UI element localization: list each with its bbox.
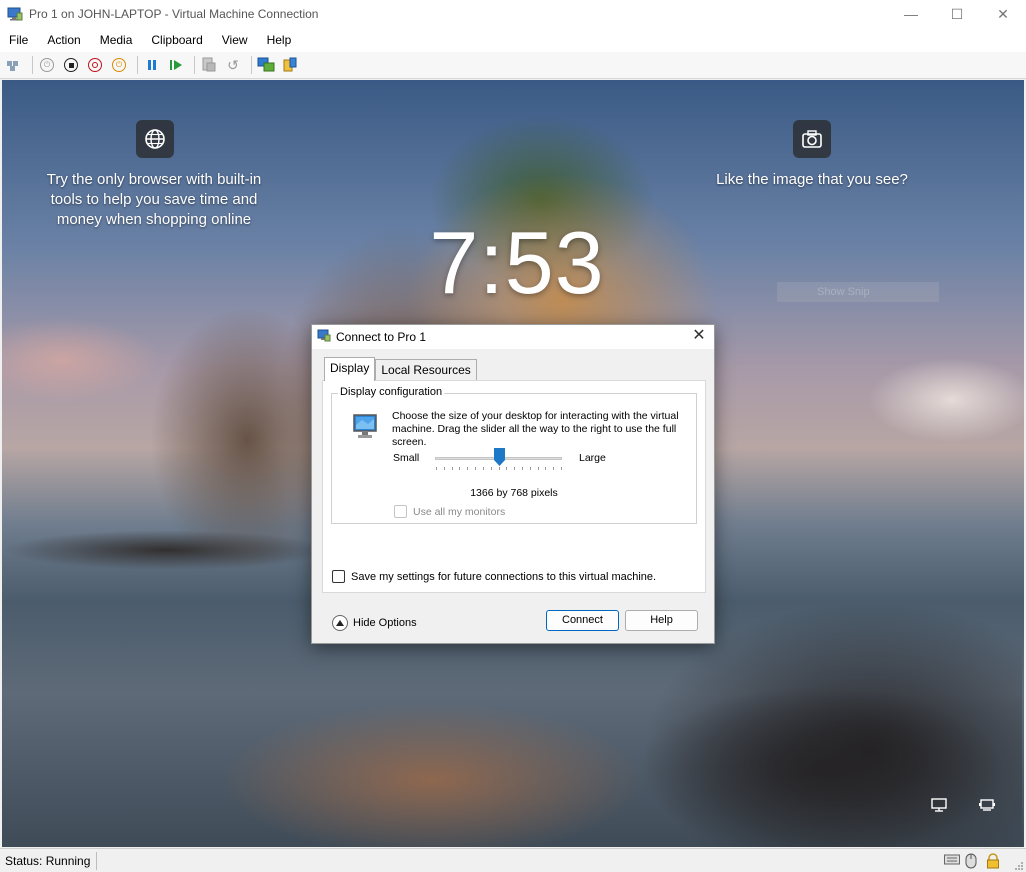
vm-connection-icon — [317, 329, 331, 345]
connect-dialog: Connect to Pro 1 ✕ Display Local Resourc… — [311, 324, 715, 644]
menu-clipboard[interactable]: Clipboard — [151, 33, 202, 47]
image-tip-text[interactable]: Like the image that you see? — [702, 170, 922, 190]
menu-help[interactable]: Help — [267, 33, 292, 47]
slider-max-label: Large — [579, 452, 606, 464]
lock-screen-clock: 7:53 — [429, 213, 605, 312]
display-tab-panel: Display configuration Choose the size of… — [322, 380, 706, 593]
pause-icon[interactable] — [142, 55, 162, 75]
window-title: Pro 1 on JOHN-LAPTOP - Virtual Machine C… — [29, 7, 319, 21]
display-description: Choose the size of your desktop for inte… — [392, 410, 679, 448]
hide-options-label: Hide Options — [353, 617, 417, 629]
globe-icon[interactable] — [136, 120, 174, 158]
window-title-bar: Pro 1 on JOHN-LAPTOP - Virtual Machine C… — [0, 0, 1026, 28]
enhanced-session-icon[interactable] — [256, 55, 276, 75]
connect-button[interactable]: Connect — [546, 610, 619, 631]
lock-icon — [986, 853, 1002, 869]
keyboard-icon — [944, 853, 960, 867]
resume-icon[interactable] — [166, 55, 186, 75]
save-settings-checkbox[interactable] — [332, 570, 345, 583]
shut-down-icon[interactable] — [85, 55, 105, 75]
share-icon[interactable] — [280, 55, 300, 75]
save-icon[interactable]: ⏻ — [109, 55, 129, 75]
display-configuration-group: Display configuration Choose the size of… — [331, 386, 697, 524]
chevron-up-icon — [332, 615, 348, 631]
toolbar-separator — [137, 56, 138, 74]
menu-bar: File Action Media Clipboard View Help — [0, 28, 1026, 52]
vm-status: Status: Running — [5, 851, 98, 870]
window-controls: — ☐ ✕ — [888, 0, 1026, 28]
hide-options-toggle[interactable]: Hide Options — [332, 615, 417, 631]
resolution-slider-thumb[interactable] — [493, 448, 505, 466]
faded-overlay-button: Show Snip — [777, 282, 939, 302]
browser-tip-text[interactable]: Try the only browser with built-in tools… — [40, 170, 268, 230]
revert-icon[interactable]: ↺ — [223, 55, 243, 75]
menu-file[interactable]: File — [9, 33, 28, 47]
checkpoint-icon[interactable] — [199, 55, 219, 75]
dialog-tabs: Display Local Resources — [324, 357, 477, 381]
start-icon[interactable]: ⏻ — [37, 55, 57, 75]
resize-grip-icon[interactable] — [1014, 860, 1024, 870]
toolbar-separator — [32, 56, 33, 74]
use-all-monitors-checkbox[interactable] — [394, 505, 407, 518]
tab-local-resources[interactable]: Local Resources — [375, 359, 477, 381]
save-settings-label: Save my settings for future connections … — [351, 570, 657, 583]
camera-icon[interactable] — [793, 120, 831, 158]
monitor-icon — [352, 413, 378, 439]
toolbar-separator — [194, 56, 195, 74]
mouse-icon — [965, 853, 981, 869]
minimize-button[interactable]: — — [888, 0, 934, 28]
display-configuration-label: Display configuration — [338, 386, 445, 398]
tab-display[interactable]: Display — [324, 357, 376, 381]
status-icons — [944, 853, 1002, 869]
dialog-title-bar: Connect to Pro 1 ✕ — [312, 325, 714, 349]
ctrl-alt-del-icon[interactable] — [4, 55, 24, 75]
network-icon[interactable] — [931, 798, 949, 812]
save-settings-row[interactable]: Save my settings for future connections … — [332, 570, 656, 583]
menu-media[interactable]: Media — [100, 33, 133, 47]
close-button[interactable]: ✕ — [980, 0, 1026, 28]
status-bar: Status: Running — [0, 848, 1026, 872]
accessibility-icon[interactable] — [978, 798, 996, 812]
menu-action[interactable]: Action — [47, 33, 80, 47]
use-all-monitors-label: Use all my monitors — [413, 505, 506, 518]
toolbar: ⏻ ⏻ ↺ — [0, 52, 1026, 79]
dialog-close-button[interactable]: ✕ — [690, 327, 708, 345]
resolution-slider-ticks — [436, 467, 562, 471]
turn-off-icon[interactable] — [61, 55, 81, 75]
use-all-monitors-row[interactable]: Use all my monitors — [394, 505, 505, 518]
dialog-title: Connect to Pro 1 — [336, 330, 427, 344]
resolution-value: 1366 by 768 pixels — [470, 487, 558, 499]
vm-connection-icon — [7, 7, 23, 21]
maximize-button[interactable]: ☐ — [934, 0, 980, 28]
slider-min-label: Small — [393, 452, 420, 464]
help-button[interactable]: Help — [625, 610, 698, 631]
toolbar-separator — [251, 56, 252, 74]
menu-view[interactable]: View — [222, 33, 248, 47]
